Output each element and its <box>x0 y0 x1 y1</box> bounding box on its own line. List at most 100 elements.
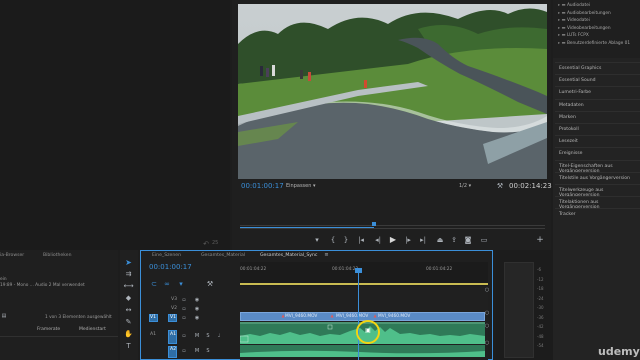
linked-selection-icon[interactable]: ∞ <box>163 280 171 288</box>
timeline-tab[interactable]: Eine_Szenen <box>152 253 181 258</box>
cursor-icon: ▣ <box>365 327 371 334</box>
solo-icon[interactable]: S <box>205 348 211 354</box>
add-marker-icon[interactable]: ▾ <box>313 236 321 244</box>
right-panel-item[interactable]: Ereignisse <box>555 147 640 158</box>
timeline-tab[interactable]: Gesamtes_Material_Sync <box>260 253 317 258</box>
folder-icon: ▸ ▬ <box>558 40 567 46</box>
tree-folder-item[interactable]: ▸ ▬ Videodatei <box>558 18 590 23</box>
work-area-bar[interactable] <box>240 283 488 285</box>
extract-icon[interactable]: ⇪ <box>450 236 458 244</box>
right-panel-item[interactable]: Tracker <box>555 208 640 219</box>
mark-out-icon[interactable]: } <box>342 236 350 244</box>
folder-icon: ▸ ▬ <box>558 10 567 16</box>
lock-icon[interactable]: ▫ <box>181 315 187 321</box>
comparison-view-icon[interactable]: ▭ <box>480 236 488 244</box>
resolution-dropdown[interactable]: 1/2 ▾ <box>459 184 471 189</box>
step-forward-icon[interactable]: |▸ <box>404 236 412 244</box>
program-timecode[interactable]: 00:01:00:17 <box>241 183 284 190</box>
right-panel-item[interactable]: Titel-Eigenschaften aus Vorgängerversion <box>555 159 640 174</box>
lock-icon[interactable]: ▫ <box>181 333 187 339</box>
type-tool-icon[interactable]: T <box>124 342 133 351</box>
playhead-marker[interactable] <box>372 222 377 226</box>
timeline-timecode[interactable]: 00:01:00:17 <box>149 264 192 271</box>
eye-icon[interactable]: ◉ <box>194 306 200 312</box>
playhead-handle[interactable] <box>355 268 362 273</box>
lock-icon[interactable]: ▫ <box>181 297 187 303</box>
pen-tool-icon[interactable]: ✎ <box>124 318 133 327</box>
tab-libraries[interactable]: Bibliotheken <box>43 253 71 258</box>
right-panel-item[interactable]: Metadaten <box>555 98 640 110</box>
right-panel-item[interactable]: Titelwerkzeuge aus Vorgängerversion <box>555 184 640 198</box>
folder-icon: ▸ ▬ <box>558 33 567 38</box>
column-divider <box>0 336 118 337</box>
track-v3-label: V3 <box>171 297 178 302</box>
timeline-playhead[interactable] <box>358 270 359 360</box>
undo-arrow-icon[interactable]: ↶ <box>202 240 210 248</box>
column-framerate[interactable]: Framerate <box>37 327 60 333</box>
tree-folder-item[interactable]: ▸ ▬ Benutzerdefinierte Ablage 01 <box>558 41 630 46</box>
audio-clip-a2[interactable] <box>240 345 485 357</box>
right-panel-item[interactable]: Marken <box>555 110 640 122</box>
right-panel-item[interactable]: Essential Sound <box>555 74 640 85</box>
eye-icon[interactable]: ◉ <box>194 297 200 303</box>
folder-icon: ▸ ▬ <box>558 18 567 23</box>
tree-folder-item[interactable]: ▸ ▬ Audiodatei <box>558 3 590 8</box>
selection-tool-icon[interactable]: ➤ <box>124 258 133 267</box>
fit-dropdown[interactable]: Einpassen ▾ <box>286 184 316 189</box>
wrench-icon[interactable]: ⚒ <box>206 280 214 288</box>
ripple-edit-tool-icon[interactable]: ⟷ <box>123 282 133 291</box>
camera-icon[interactable]: ◙ <box>464 236 472 244</box>
add-marker-icon[interactable]: ▾ <box>177 280 185 288</box>
mute-icon[interactable]: M <box>194 348 200 354</box>
go-to-in-icon[interactable]: |◂ <box>357 236 365 244</box>
meter-tick-label: -36 <box>537 314 544 320</box>
track-select-tool-icon[interactable]: ⇉ <box>124 270 133 279</box>
slip-tool-icon[interactable]: ↔ <box>124 306 133 315</box>
wrench-icon[interactable]: ⚒ <box>496 182 504 190</box>
tree-folder-item[interactable]: ▸ ▬ Audiobearbeitungen <box>558 11 611 16</box>
add-button-icon[interactable]: + <box>536 235 544 244</box>
scroll-handle-icon[interactable]: ○ <box>484 287 490 293</box>
tab-media-browser[interactable]: ia-Browser <box>0 253 24 258</box>
right-panel-item[interactable]: Lesezeit <box>555 135 640 146</box>
fx-badge-icon: ▲ <box>330 312 334 318</box>
close-tab-icon[interactable]: ≡ <box>324 253 329 258</box>
lift-icon[interactable]: ⏏ <box>436 236 444 244</box>
razor-tool-icon[interactable]: ◆ <box>124 294 133 303</box>
udemy-watermark: udemy <box>598 345 640 358</box>
mute-icon[interactable]: M <box>194 333 200 339</box>
track-a1-source-label: A1 <box>150 332 157 337</box>
program-scrub-bar[interactable] <box>240 222 545 229</box>
tree-folder-label: Audiobearbeitungen <box>566 10 611 16</box>
lock-icon[interactable]: ▫ <box>181 306 187 312</box>
hand-tool-icon[interactable]: ✋ <box>124 330 133 339</box>
right-panel-item[interactable]: Titelstile aus Vorgängerversion <box>555 171 640 183</box>
microphone-icon[interactable]: ♩ <box>216 333 222 339</box>
track-v2-label: V2 <box>171 306 178 311</box>
right-panel-item[interactable]: Lumetri-Farbe <box>555 86 640 97</box>
track-v1-label: V1 <box>170 315 177 320</box>
scroll-handle-icon[interactable]: ○ <box>484 323 490 329</box>
column-medienstart[interactable]: Medienstart <box>79 327 106 333</box>
tree-folder-item[interactable]: ▸ ▬ LUTs FCPX <box>558 33 589 38</box>
solo-icon[interactable]: S <box>205 333 211 339</box>
play-icon[interactable]: ▶ <box>389 236 397 244</box>
lock-icon[interactable]: ▫ <box>181 348 187 354</box>
meter-tick-label: -54 <box>537 343 544 348</box>
step-back-icon[interactable]: ◂| <box>374 236 382 244</box>
tree-folder-label: Audiodatei <box>566 3 591 8</box>
timeline-tab[interactable]: Gesamtes_Material <box>201 253 245 258</box>
mark-in-icon[interactable]: { <box>329 236 337 244</box>
eye-icon[interactable]: ◉ <box>194 315 200 321</box>
go-to-out-icon[interactable]: ▸| <box>419 236 427 244</box>
scroll-handle-icon[interactable]: ○ <box>484 310 490 316</box>
snap-icon[interactable]: ⊂ <box>150 280 158 288</box>
tree-folder-item[interactable]: ▸ ▬ Videobearbeitungen <box>558 26 611 31</box>
right-panel-item[interactable]: Titelaktionen aus Vorgängerversion <box>555 196 640 210</box>
meter-tick-label: -42 <box>537 324 544 329</box>
right-panel-item[interactable]: Protokoll <box>555 123 640 134</box>
list-view-icon[interactable]: ▤ <box>0 313 8 320</box>
right-panel-item[interactable]: Essential Graphics <box>555 62 640 73</box>
scroll-handle-icon[interactable]: ○ <box>484 340 490 346</box>
meter-bar <box>504 262 534 358</box>
